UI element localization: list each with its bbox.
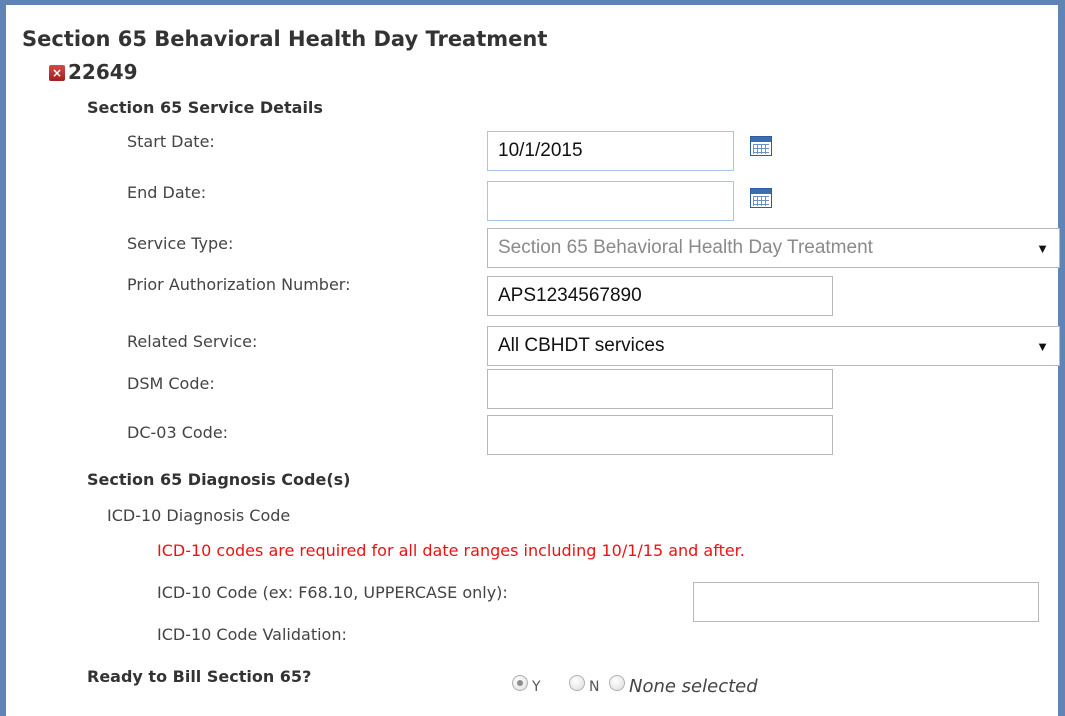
related-service-label: Related Service:	[127, 332, 258, 351]
end-date-input[interactable]	[487, 181, 734, 221]
related-service-value: All CBHDT services	[498, 335, 665, 356]
ready-to-bill-radio-n[interactable]	[569, 675, 585, 691]
radio-label-none: None selected	[629, 676, 758, 697]
chevron-down-icon: ▼	[1036, 240, 1049, 256]
diagnosis-heading: Section 65 Diagnosis Code(s)	[87, 470, 351, 489]
related-service-select[interactable]: All CBHDT services ▼	[487, 326, 1060, 366]
icd10-code-label: ICD-10 Code (ex: F68.10, UPPERCASE only)…	[157, 583, 508, 602]
radio-label-n: N	[589, 679, 600, 695]
section-title: Section 65 Behavioral Health Day Treatme…	[22, 27, 548, 51]
remove-x-icon[interactable]: ×	[49, 65, 65, 81]
chevron-down-icon: ▼	[1036, 338, 1049, 354]
icd10-validation-label: ICD-10 Code Validation:	[157, 625, 347, 644]
dsm-code-label: DSM Code:	[127, 374, 215, 393]
dc03-code-input[interactable]	[487, 415, 833, 455]
prior-auth-input[interactable]: APS1234567890	[487, 276, 833, 316]
icd10-code-input[interactable]	[693, 582, 1039, 622]
service-type-value: Section 65 Behavioral Health Day Treatme…	[498, 237, 873, 258]
dc03-code-label: DC-03 Code:	[127, 423, 229, 442]
end-date-label: End Date:	[127, 183, 207, 202]
icd10-heading: ICD-10 Diagnosis Code	[107, 506, 291, 525]
service-type-label: Service Type:	[127, 234, 234, 253]
icd10-warning: ICD-10 codes are required for all date r…	[157, 541, 745, 560]
dsm-code-input[interactable]	[487, 369, 833, 409]
record-id: 22649	[68, 60, 138, 84]
prior-auth-label: Prior Authorization Number:	[127, 275, 351, 294]
window-frame-top	[0, 0, 1065, 5]
window-frame-left	[0, 0, 6, 716]
ready-to-bill-radio-y[interactable]	[512, 675, 528, 691]
radio-label-y: Y	[532, 679, 541, 695]
calendar-icon[interactable]	[750, 188, 772, 208]
start-date-label: Start Date:	[127, 132, 215, 151]
calendar-icon[interactable]	[750, 136, 772, 156]
service-type-select[interactable]: Section 65 Behavioral Health Day Treatme…	[487, 228, 1060, 268]
service-details-heading: Section 65 Service Details	[87, 98, 323, 117]
start-date-input[interactable]: 10/1/2015	[487, 131, 734, 171]
ready-to-bill-label: Ready to Bill Section 65?	[87, 667, 312, 686]
ready-to-bill-radio-none[interactable]	[609, 675, 625, 691]
